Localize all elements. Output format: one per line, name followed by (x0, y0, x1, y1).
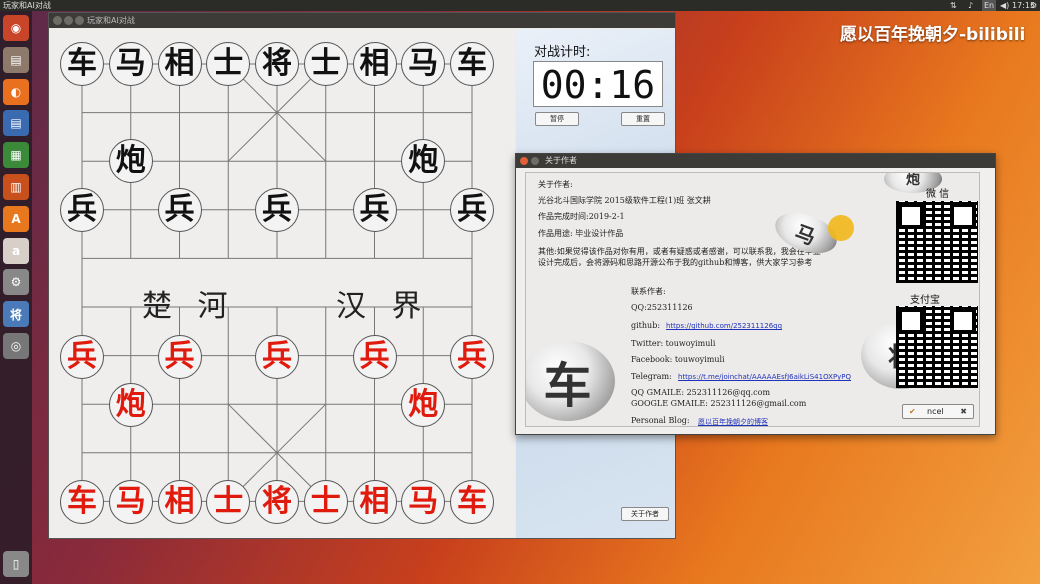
red-piece[interactable]: 兵 (255, 334, 299, 379)
black-piece[interactable]: 马 (108, 42, 153, 86)
dialog-titlebar: 关于作者 (516, 154, 995, 168)
black-piece[interactable]: 兵 (60, 187, 104, 232)
red-piece[interactable]: 马 (108, 480, 153, 525)
timer-display: 00:16 (533, 61, 663, 107)
alipay-label: 支付宝 (910, 295, 940, 306)
files-icon[interactable]: ▤ (3, 46, 29, 73)
black-piece[interactable]: 兵 (450, 187, 494, 232)
network-icon[interactable]: ⇅ (950, 0, 957, 11)
chess-board[interactable]: 楚 河 汉 界 车马相士将士相马车炮炮兵兵兵兵兵兵兵兵兵兵炮炮车马相士将士相马车 (50, 29, 515, 538)
system-top-bar: 玩家和AI对战 ⇅ ♪ En ◀) 17:15 ⚙ (0, 0, 1040, 11)
active-window-title: 玩家和AI对战 (3, 1, 51, 10)
wechat-qr-code (896, 201, 978, 283)
other-text-line2: 设计完成后，会将源码和思路开源公布于我的github和博客，供大家学习参考 (538, 258, 813, 267)
author-heading: 关于作者: (538, 180, 573, 189)
dialog-minimize-icon[interactable] (531, 157, 539, 165)
telegram-label: Telegram: (631, 372, 672, 381)
writer-icon[interactable]: ▤ (3, 110, 29, 137)
cancel-button-label: ncel (927, 407, 944, 416)
red-piece[interactable]: 兵 (450, 334, 494, 379)
dialog-content: 关于作者: 光谷北斗国际学院 2015级软件工程(1)班 张文耕 作品完成时间:… (525, 172, 980, 427)
twitter-text: Twitter: touwoyimuli (631, 339, 716, 348)
dialog-title: 关于作者 (545, 156, 577, 165)
red-piece[interactable]: 士 (303, 480, 348, 525)
facebook-text: Facebook: touwoyimuli (631, 355, 725, 364)
restart-button[interactable]: 重置 (621, 112, 665, 126)
keyboard-layout-indicator[interactable]: En (982, 0, 997, 11)
settings-gear-icon[interactable]: ⚙ (1030, 0, 1037, 11)
completion-date: 作品完成时间:2019-2-1 (538, 212, 625, 221)
black-piece[interactable]: 相 (352, 42, 397, 86)
school-text: 光谷北斗国际学院 2015级软件工程(1)班 张文耕 (538, 196, 711, 205)
minimize-window-icon[interactable] (64, 16, 73, 25)
about-author-dialog: 关于作者 关于作者: 光谷北斗国际学院 2015级软件工程(1)班 张文耕 作品… (515, 153, 996, 435)
dvd-icon[interactable]: ◎ (3, 333, 29, 359)
google-email: GOOGLE GMAILE: 252311126@gmail.com (631, 399, 807, 408)
pause-button[interactable]: 暂停 (535, 112, 579, 126)
about-author-button[interactable]: 关于作者 (621, 507, 669, 521)
black-piece[interactable]: 士 (303, 42, 348, 86)
volume-icon[interactable]: ◀) (1000, 0, 1009, 11)
github-label: github: (631, 321, 661, 330)
black-piece[interactable]: 马 (401, 42, 446, 86)
red-piece[interactable]: 相 (157, 480, 202, 525)
amazon-icon[interactable]: a (3, 237, 29, 264)
contact-heading: 联系作者: (631, 287, 666, 296)
settings-icon[interactable]: ⚙ (3, 269, 29, 296)
black-piece[interactable]: 兵 (255, 187, 299, 232)
qq-text: QQ:252311126 (631, 303, 693, 312)
red-piece[interactable]: 兵 (352, 334, 397, 379)
other-text-line1: 其他:如果觉得该作品对你有用，或者有疑惑或者感谢，可以联系我，我会在毕业 (538, 247, 821, 256)
red-piece[interactable]: 炮 (108, 383, 153, 428)
alipay-qr-code (896, 306, 978, 388)
timer-label: 对战计时: (534, 45, 591, 60)
black-piece[interactable]: 士 (206, 42, 251, 86)
board-grid (81, 63, 473, 502)
chess-app-icon[interactable]: 将 (3, 301, 29, 328)
unity-launcher: ◉ ▤ ◐ ▤ ▦ ▥ Aa ⚙ 将 ◎ ▯ (0, 11, 32, 584)
software-center-icon[interactable]: A (3, 205, 29, 232)
sound-indicator-icon[interactable]: ♪ (968, 0, 973, 11)
river-label-han: 汉 界 (336, 289, 430, 324)
bilibili-watermark: 愿以百年挽朝夕-bilibili (840, 25, 1026, 45)
black-piece[interactable]: 车 (450, 42, 494, 86)
close-window-icon[interactable] (53, 16, 62, 25)
mouse-cursor-highlight (828, 215, 854, 241)
blog-link[interactable]: 愿以百年挽朝夕的博客 (698, 417, 768, 426)
red-piece[interactable]: 兵 (60, 334, 104, 379)
impress-icon[interactable]: ▥ (3, 174, 29, 200)
trash-icon[interactable]: ▯ (3, 551, 29, 577)
red-piece[interactable]: 兵 (157, 334, 202, 379)
purpose-text: 作品用途: 毕业设计作品 (538, 229, 624, 238)
cancel-button[interactable]: ✔ ncel ✖ (902, 404, 974, 419)
red-piece[interactable]: 相 (352, 480, 397, 525)
black-piece[interactable]: 将 (255, 42, 299, 86)
qq-email: QQ GMAILE: 252311126@qq.com (631, 388, 771, 397)
firefox-icon[interactable]: ◐ (3, 78, 29, 105)
ubuntu-dash-icon[interactable]: ◉ (3, 15, 29, 41)
close-x-icon: ✖ (960, 407, 967, 416)
black-piece[interactable]: 兵 (157, 187, 202, 232)
black-piece[interactable]: 炮 (108, 139, 153, 184)
black-piece[interactable]: 相 (157, 42, 202, 86)
blog-label: Personal Blog: (631, 416, 690, 425)
game-window-titlebar: 玩家和AI对战 (49, 13, 675, 28)
telegram-link[interactable]: https://t.me/joinchat/AAAAAEsfJ6aikLiS41… (678, 373, 851, 381)
maximize-window-icon[interactable] (75, 16, 84, 25)
river-label-chu: 楚 河 (142, 289, 236, 324)
close-dialog-icon[interactable] (520, 157, 528, 165)
black-piece[interactable]: 兵 (352, 187, 397, 232)
game-window-title: 玩家和AI对战 (87, 16, 135, 25)
github-link[interactable]: https://github.com/252311126qq (666, 322, 782, 330)
checkmark-icon: ✔ (909, 407, 916, 416)
calc-icon[interactable]: ▦ (3, 142, 29, 169)
decorative-piece-che-icon: 车 (526, 341, 615, 421)
wechat-label: 微 信 (926, 189, 950, 200)
black-piece[interactable]: 车 (60, 42, 104, 86)
